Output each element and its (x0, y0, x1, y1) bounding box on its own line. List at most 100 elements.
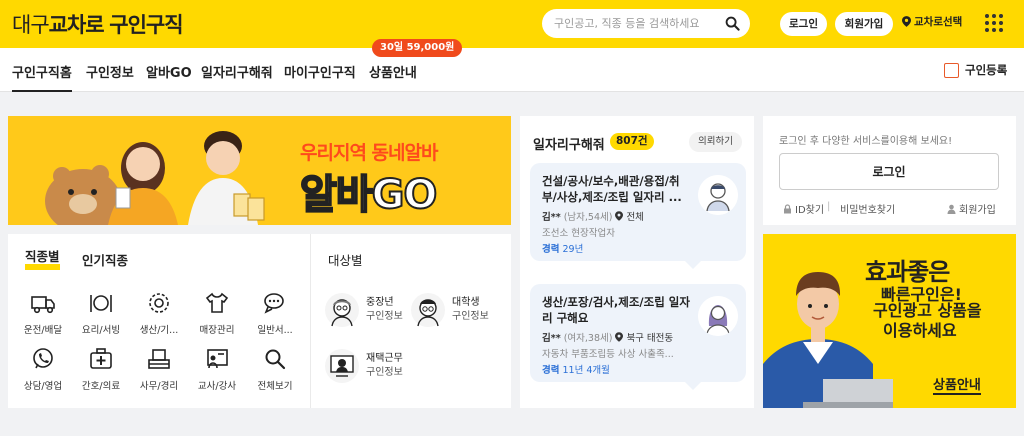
search-icon[interactable] (725, 16, 740, 31)
phone-icon (33, 348, 53, 369)
ad-line4: 이용하세요 (883, 321, 957, 340)
student-avatar-icon (411, 293, 445, 327)
albago-banner[interactable]: 우리지역 동네알바 알바GO (8, 116, 511, 225)
banner-subtitle: 우리지역 동네알바 (300, 142, 438, 164)
category-store[interactable]: 매장관리 (187, 290, 247, 336)
category-label: 요리/서빙 (81, 325, 121, 336)
category-sales[interactable]: 상담/영업 (13, 346, 73, 392)
shirt-icon (205, 292, 229, 313)
login-panel: 로그인 후 다양한 서비스를이용해 보세요! 로그인 ID찾기 | 비밀번호찾기… (763, 116, 1016, 225)
seeker-name: 김** (542, 333, 561, 344)
find-id-label: ID찾기 (795, 205, 825, 216)
seeker-region: 북구 태전동 (626, 333, 674, 344)
seeker-career: 조선소 현장작업자 (542, 228, 615, 239)
female-avatar-icon (698, 296, 738, 336)
site-logo[interactable]: 대구교차로 구인구직 (12, 9, 184, 39)
panel-login-button[interactable]: 로그인 (779, 153, 999, 190)
join-label: 회원가입 (959, 205, 996, 216)
register-icon (944, 62, 959, 78)
dining-icon (90, 295, 112, 312)
nav-job-info[interactable]: 구인정보 (86, 62, 134, 81)
nav-my-page[interactable]: 마이구인구직 (284, 62, 356, 81)
ad-product-link[interactable]: 상품안내 (933, 374, 981, 395)
category-teacher[interactable]: 교사/강사 (187, 346, 247, 392)
category-office[interactable]: 사무/경리 (129, 346, 189, 392)
job-request-panel: 일자리구해줘 807건 의뢰하기 건설/공사/보수,배관/용접/취부/사상,제조… (520, 116, 754, 408)
nav-albago[interactable]: 알바GO (146, 62, 192, 81)
medical-icon (90, 348, 112, 369)
region-select[interactable]: 교차로선택 (902, 14, 962, 29)
job-seeker-card[interactable]: 생산/포장/검사,제조/조립 일자리 구해요 김** (여자,38세) 북구 태… (530, 284, 746, 390)
category-label: 상담/영업 (23, 381, 63, 392)
location-pin-icon (615, 211, 624, 221)
category-label: 간호/의료 (81, 381, 121, 392)
category-medical[interactable]: 간호/의료 (71, 346, 131, 392)
category-cooking[interactable]: 요리/서빙 (71, 290, 131, 336)
category-driving[interactable]: 운전/배달 (13, 290, 73, 336)
target-sub: 구인정보 (452, 311, 489, 322)
target-sub: 구인정보 (366, 367, 403, 378)
login-button[interactable]: 로그인 (780, 12, 827, 36)
job-seeker-card[interactable]: 건설/공사/보수,배관/용접/취부/사상,제조/조립 일자리 ... 김** (… (530, 163, 746, 269)
category-label: 매장관리 (199, 325, 235, 336)
category-label: 운전/배달 (23, 325, 63, 336)
target-remote[interactable]: 재택근무구인정보 (324, 348, 403, 384)
remote-work-icon (325, 349, 359, 383)
seeker-title: 건설/공사/보수,배관/용접/취부/사상,제조/조립 일자리 ... (542, 174, 682, 204)
banner-title: 알바GO (299, 171, 438, 219)
category-view-all[interactable]: 전체보기 (245, 346, 305, 392)
location-pin-icon (615, 332, 624, 342)
seeker-region: 전체 (626, 212, 644, 223)
category-label: 생산/기... (139, 325, 179, 336)
category-label: 일반서... (257, 325, 293, 336)
seeker-info: (남자,54세) (563, 212, 613, 223)
promo-badge: 30일 59,000원 (372, 39, 463, 57)
target-section-title: 대상별 (328, 253, 363, 268)
nav-products[interactable]: 상품안내 (369, 62, 417, 81)
category-label: 전체보기 (257, 381, 293, 392)
tab-popular[interactable]: 인기직종 (82, 250, 128, 269)
main-nav: 구인구직홈 구인정보 알바GO 일자리구해줘 마이구인구직 상품안내 (0, 48, 1024, 92)
teacher-icon (207, 349, 228, 369)
target-middle-aged[interactable]: 중장년 구인정보 (324, 292, 403, 328)
target-name: 중장년 (366, 297, 394, 308)
region-label: 교차로선택 (914, 16, 963, 28)
job-request-title: 일자리구해줘 (533, 138, 605, 153)
lock-icon (784, 203, 791, 213)
gear-icon (149, 293, 169, 313)
search-box (542, 9, 750, 38)
nav-home[interactable]: 구인구직홈 (12, 62, 72, 92)
tab-by-job-type[interactable]: 직종별 (25, 250, 60, 270)
job-count-badge: 807건 (610, 133, 654, 150)
register-job-button[interactable]: 구인등록 (944, 62, 1007, 78)
banner-illustration (45, 131, 265, 225)
senior-avatar-icon (325, 293, 359, 327)
register-label: 구인등록 (965, 63, 1008, 77)
location-pin-icon (902, 16, 911, 27)
find-id-link[interactable]: ID찾기 (783, 201, 824, 216)
exp-value: 11년 4개월 (562, 365, 610, 376)
login-message: 로그인 후 다양한 서비스를이용해 보세요! (779, 136, 953, 147)
find-password-link[interactable]: 비밀번호찾기 (840, 201, 895, 216)
category-service[interactable]: 일반서... (245, 290, 305, 336)
office-icon (148, 349, 170, 369)
search-input[interactable] (554, 14, 722, 33)
exp-label: 경력 (542, 244, 560, 255)
panel-divider (310, 234, 311, 408)
header: 대구교차로 구인구직 로그인 회원가입 교차로선택 (0, 0, 1024, 48)
category-panel: 직종별 인기직종 운전/배달 요리/서빙 생산/기... 매장관리 일반서...… (8, 234, 511, 408)
signup-button[interactable]: 회원가입 (835, 12, 893, 36)
category-label: 사무/경리 (139, 381, 179, 392)
ad-line3: 구인광고 상품을 (873, 301, 982, 320)
product-ad-banner[interactable]: 효과좋은 빠른구인은! 구인광고 상품을 이용하세요 상품안내 (763, 234, 1016, 408)
truck-icon (31, 296, 55, 314)
target-student[interactable]: 대학생 구인정보 (410, 292, 489, 328)
nav-find-job[interactable]: 일자리구해줘 (201, 62, 273, 81)
logo-suffix: 구인구직 (109, 13, 183, 37)
male-avatar-icon (698, 175, 738, 215)
grid-menu-icon[interactable] (984, 13, 1004, 33)
join-link[interactable]: 회원가입 (947, 201, 996, 216)
category-production[interactable]: 생산/기... (129, 290, 189, 336)
request-button[interactable]: 의뢰하기 (689, 132, 742, 152)
target-name: 재택근무 (366, 353, 403, 364)
